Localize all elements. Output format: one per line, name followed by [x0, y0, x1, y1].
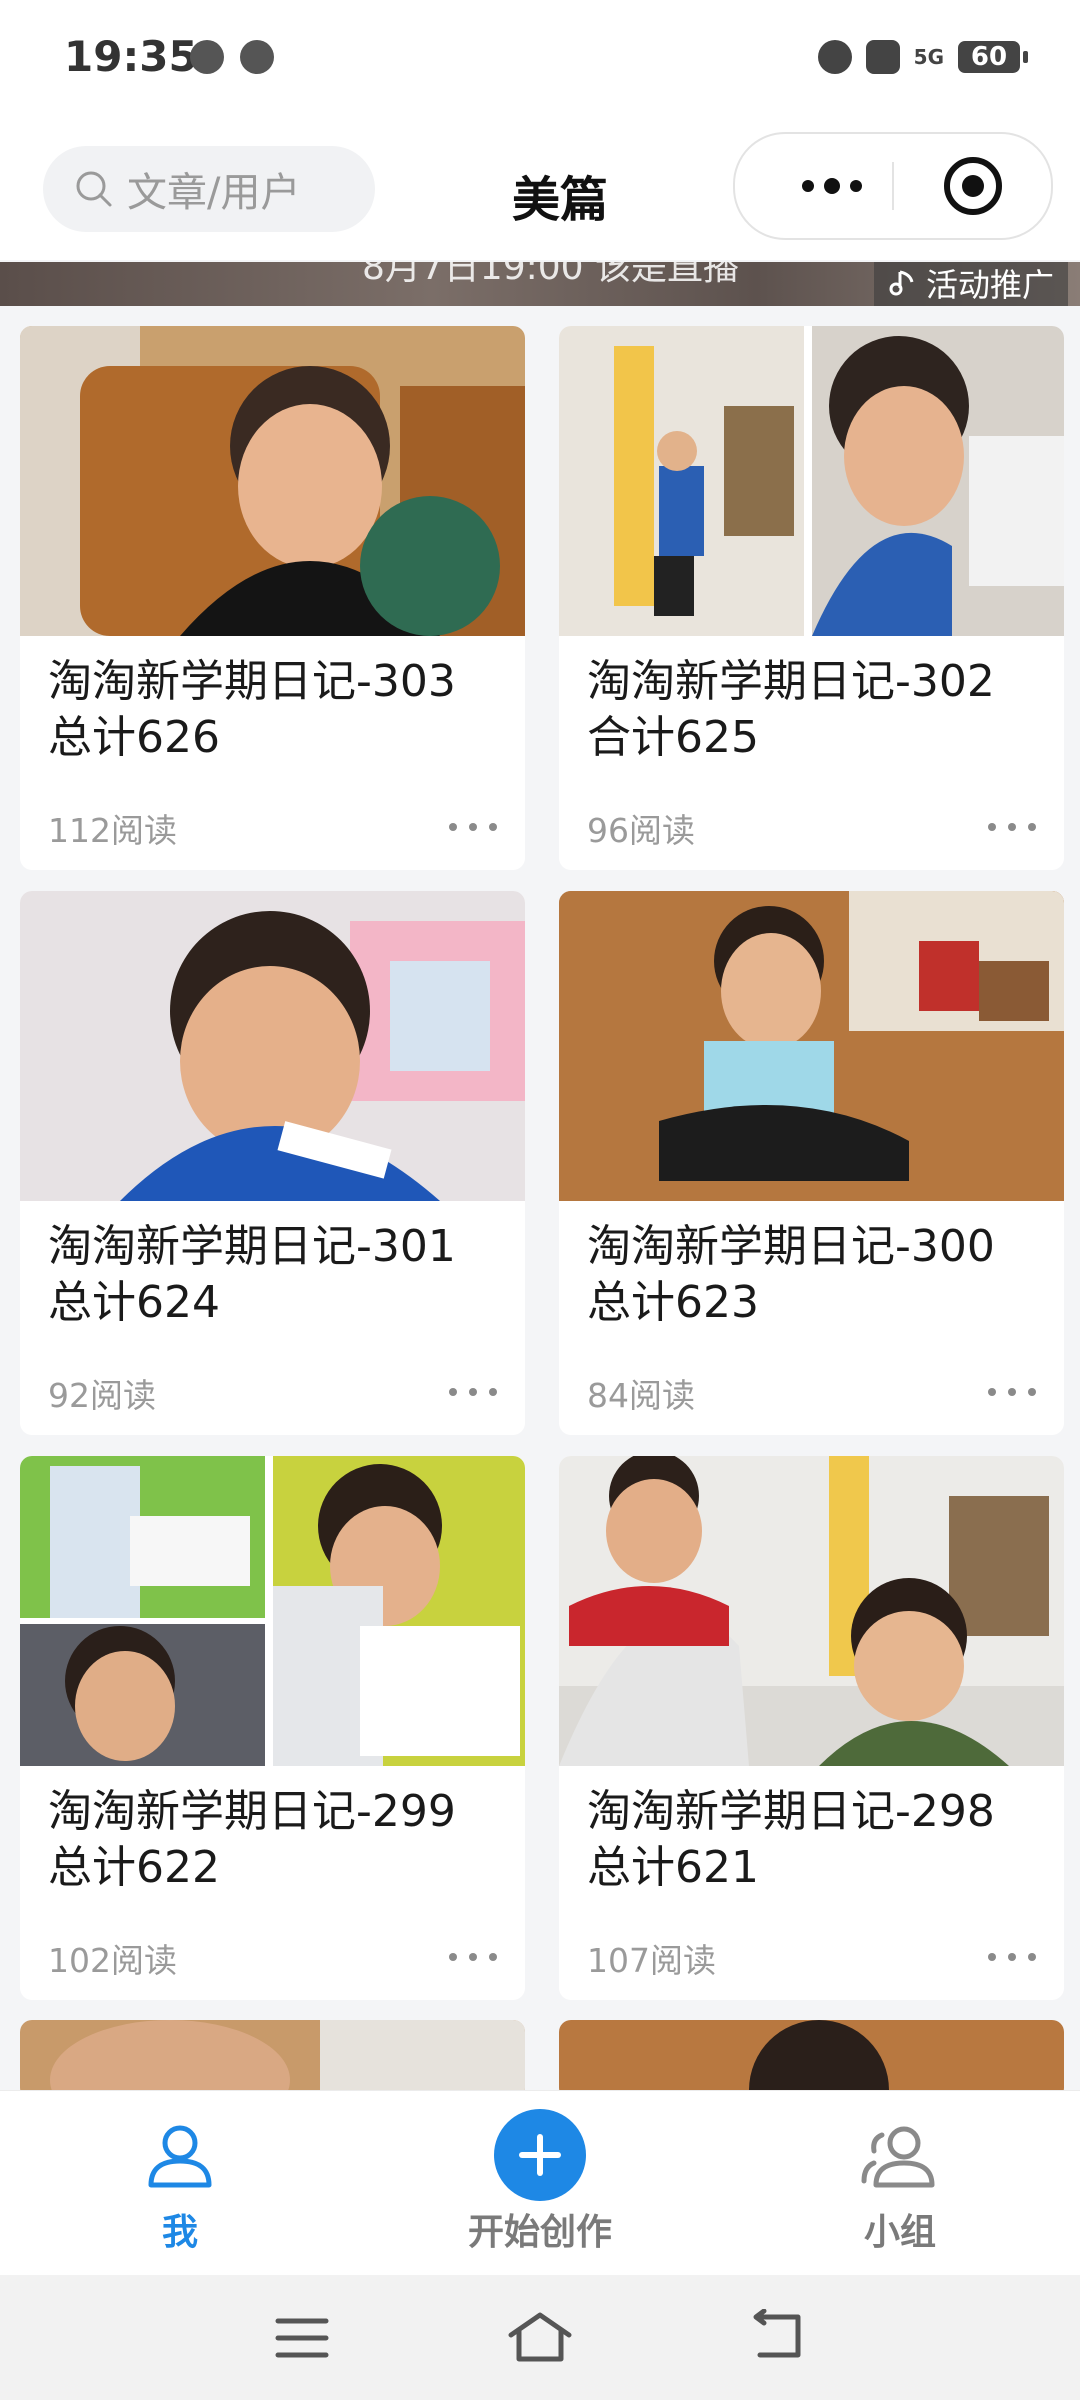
read-count: 107阅读 — [587, 1941, 716, 1980]
article-cover-image — [20, 2020, 525, 2100]
mini-program-capsule — [733, 132, 1053, 240]
article-title: 淘淘新学期日记-300 总计623 — [587, 1221, 995, 1328]
banner-text: 8月7日19:00 该是直播 — [362, 262, 739, 288]
tab-create[interactable]: 开始创作 — [390, 2091, 690, 2276]
article-card[interactable]: 淘淘新学期日记-299 总计622 102阅读 — [20, 1456, 525, 2000]
more-dots-icon[interactable] — [988, 1953, 1036, 1961]
back-icon[interactable] — [750, 2309, 810, 2365]
article-cover-image — [559, 1456, 1064, 1766]
article-card[interactable]: 淘淘新学期日记-301 总计624 92阅读 — [20, 891, 525, 1435]
article-card[interactable] — [20, 2020, 525, 2100]
search-placeholder: 文章/用户 — [127, 170, 301, 216]
menu-icon[interactable] — [272, 2313, 332, 2363]
target-icon[interactable] — [943, 156, 1003, 216]
article-card[interactable]: 淘淘新学期日记-298 总计621 107阅读 — [559, 1456, 1064, 2000]
promo-tag[interactable]: 活动推广 — [873, 262, 1068, 306]
article-card[interactable]: 淘淘新学期日记-300 总计623 84阅读 — [559, 891, 1064, 1435]
article-cover-image — [20, 1456, 525, 1766]
more-dots-icon[interactable] — [988, 1388, 1036, 1396]
system-nav-bar — [0, 2275, 1080, 2400]
article-title: 淘淘新学期日记-299 总计622 — [48, 1786, 456, 1893]
tab-group[interactable]: 小组 — [750, 2091, 1050, 2276]
more-dots-icon[interactable] — [777, 134, 887, 238]
article-cover-image — [559, 326, 1064, 636]
read-count: 92阅读 — [48, 1376, 156, 1415]
network-label: 5G — [913, 45, 944, 69]
article-cover-image — [20, 326, 525, 636]
app-header: 文章/用户 美篇 — [0, 120, 1080, 260]
read-count: 102阅读 — [48, 1941, 177, 1980]
alarm-icon — [817, 40, 852, 74]
more-dots-icon[interactable] — [449, 823, 497, 831]
page-title: 美篇 — [511, 172, 608, 228]
article-title: 淘淘新学期日记-301 总计624 — [48, 1221, 456, 1328]
more-dots-icon[interactable] — [449, 1953, 497, 1961]
tab-label: 开始创作 — [467, 2212, 612, 2253]
hd-icon — [865, 40, 900, 74]
plus-icon — [494, 2109, 586, 2201]
tab-label: 小组 — [863, 2212, 936, 2253]
promo-banner[interactable]: 8月7日19:00 该是直播 活动推广 — [0, 262, 1080, 306]
battery-icon: 60 — [958, 41, 1028, 73]
bottom-tab-bar: 我 开始创作 小组 — [0, 2090, 1080, 2276]
article-title: 淘淘新学期日记-303 总计626 — [48, 656, 456, 763]
article-cover-image — [559, 891, 1064, 1201]
article-card[interactable]: 淘淘新学期日记-303 总计626 112阅读 — [20, 326, 525, 870]
wechat-icon — [190, 40, 224, 74]
article-card[interactable]: 淘淘新学期日记-302 合计625 96阅读 — [559, 326, 1064, 870]
status-bar: 19:35 5G 60 — [0, 0, 1080, 120]
capsule-divider — [892, 162, 894, 210]
music-note-icon — [889, 270, 914, 296]
clock-badge-icon — [240, 40, 274, 74]
tab-label: 我 — [161, 2212, 198, 2253]
search-icon — [76, 171, 112, 207]
search-bar[interactable]: 文章/用户 — [43, 146, 375, 232]
user-icon — [148, 2125, 212, 2188]
read-count: 96阅读 — [587, 811, 695, 850]
article-title: 淘淘新学期日记-302 合计625 — [587, 656, 995, 763]
group-icon — [861, 2126, 935, 2188]
read-count: 84阅读 — [587, 1376, 695, 1415]
promo-label: 活动推广 — [925, 266, 1054, 304]
tab-me[interactable]: 我 — [30, 2091, 330, 2276]
home-icon[interactable] — [505, 2309, 575, 2365]
article-title: 淘淘新学期日记-298 总计621 — [587, 1786, 995, 1893]
article-card[interactable] — [559, 2020, 1064, 2100]
article-cover-image — [559, 2020, 1064, 2100]
more-dots-icon[interactable] — [449, 1388, 497, 1396]
read-count: 112阅读 — [48, 811, 177, 850]
article-cover-image — [20, 891, 525, 1201]
status-time: 19:35 — [64, 32, 198, 81]
more-dots-icon[interactable] — [988, 823, 1036, 831]
